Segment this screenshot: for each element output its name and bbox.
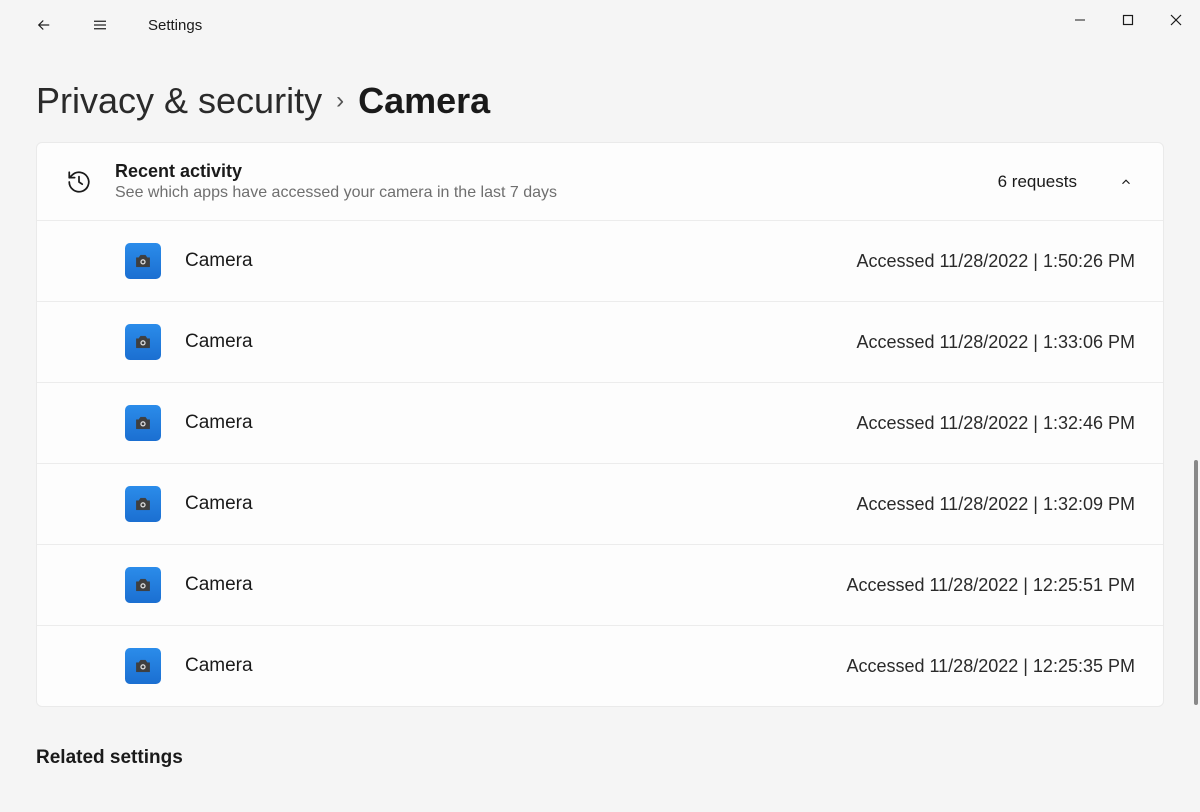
camera-app-icon <box>125 486 161 522</box>
maximize-button[interactable] <box>1104 0 1152 40</box>
activity-row: Camera Accessed 11/28/2022 | 12:25:51 PM <box>37 544 1163 625</box>
activity-app-name: Camera <box>185 574 822 596</box>
camera-app-icon <box>125 567 161 603</box>
titlebar: Settings <box>0 0 1200 50</box>
camera-app-icon <box>125 648 161 684</box>
activity-access-time: Accessed 11/28/2022 | 1:32:46 PM <box>856 413 1135 434</box>
activity-row: Camera Accessed 11/28/2022 | 1:50:26 PM <box>37 220 1163 301</box>
breadcrumb: Privacy & security › Camera <box>0 50 1200 142</box>
breadcrumb-parent[interactable]: Privacy & security <box>36 80 322 122</box>
activity-access-time: Accessed 11/28/2022 | 12:25:35 PM <box>846 656 1135 677</box>
activity-access-time: Accessed 11/28/2022 | 1:32:09 PM <box>856 494 1135 515</box>
camera-app-icon <box>125 324 161 360</box>
history-icon <box>65 168 93 196</box>
camera-app-icon <box>125 243 161 279</box>
chevron-up-icon <box>1117 173 1135 191</box>
related-settings-heading: Related settings <box>0 707 1200 769</box>
recent-activity-header[interactable]: Recent activity See which apps have acce… <box>37 143 1163 220</box>
minimize-icon <box>1074 14 1086 26</box>
activity-app-name: Camera <box>185 250 832 272</box>
activity-access-time: Accessed 11/28/2022 | 1:50:26 PM <box>856 251 1135 272</box>
hamburger-icon <box>91 16 109 34</box>
activity-list: Camera Accessed 11/28/2022 | 1:50:26 PM … <box>37 220 1163 706</box>
activity-access-time: Accessed 11/28/2022 | 12:25:51 PM <box>846 575 1135 596</box>
request-count: 6 requests <box>998 172 1077 192</box>
activity-row: Camera Accessed 11/28/2022 | 1:32:46 PM <box>37 382 1163 463</box>
camera-app-icon <box>125 405 161 441</box>
activity-row: Camera Accessed 11/28/2022 | 12:25:35 PM <box>37 625 1163 706</box>
activity-row: Camera Accessed 11/28/2022 | 1:33:06 PM <box>37 301 1163 382</box>
close-button[interactable] <box>1152 0 1200 40</box>
menu-button[interactable] <box>84 9 116 41</box>
panel-title: Recent activity <box>115 161 976 182</box>
minimize-button[interactable] <box>1056 0 1104 40</box>
scrollbar[interactable] <box>1194 460 1198 705</box>
activity-access-time: Accessed 11/28/2022 | 1:33:06 PM <box>856 332 1135 353</box>
activity-app-name: Camera <box>185 331 832 353</box>
back-button[interactable] <box>28 9 60 41</box>
activity-app-name: Camera <box>185 412 832 434</box>
arrow-left-icon <box>35 16 53 34</box>
panel-subtitle: See which apps have accessed your camera… <box>115 184 976 202</box>
chevron-right-icon: › <box>336 87 344 115</box>
app-title: Settings <box>148 17 202 34</box>
maximize-icon <box>1122 14 1134 26</box>
recent-activity-panel: Recent activity See which apps have acce… <box>36 142 1164 707</box>
close-icon <box>1170 14 1182 26</box>
activity-app-name: Camera <box>185 493 832 515</box>
activity-app-name: Camera <box>185 655 822 677</box>
activity-row: Camera Accessed 11/28/2022 | 1:32:09 PM <box>37 463 1163 544</box>
breadcrumb-current: Camera <box>358 80 490 122</box>
